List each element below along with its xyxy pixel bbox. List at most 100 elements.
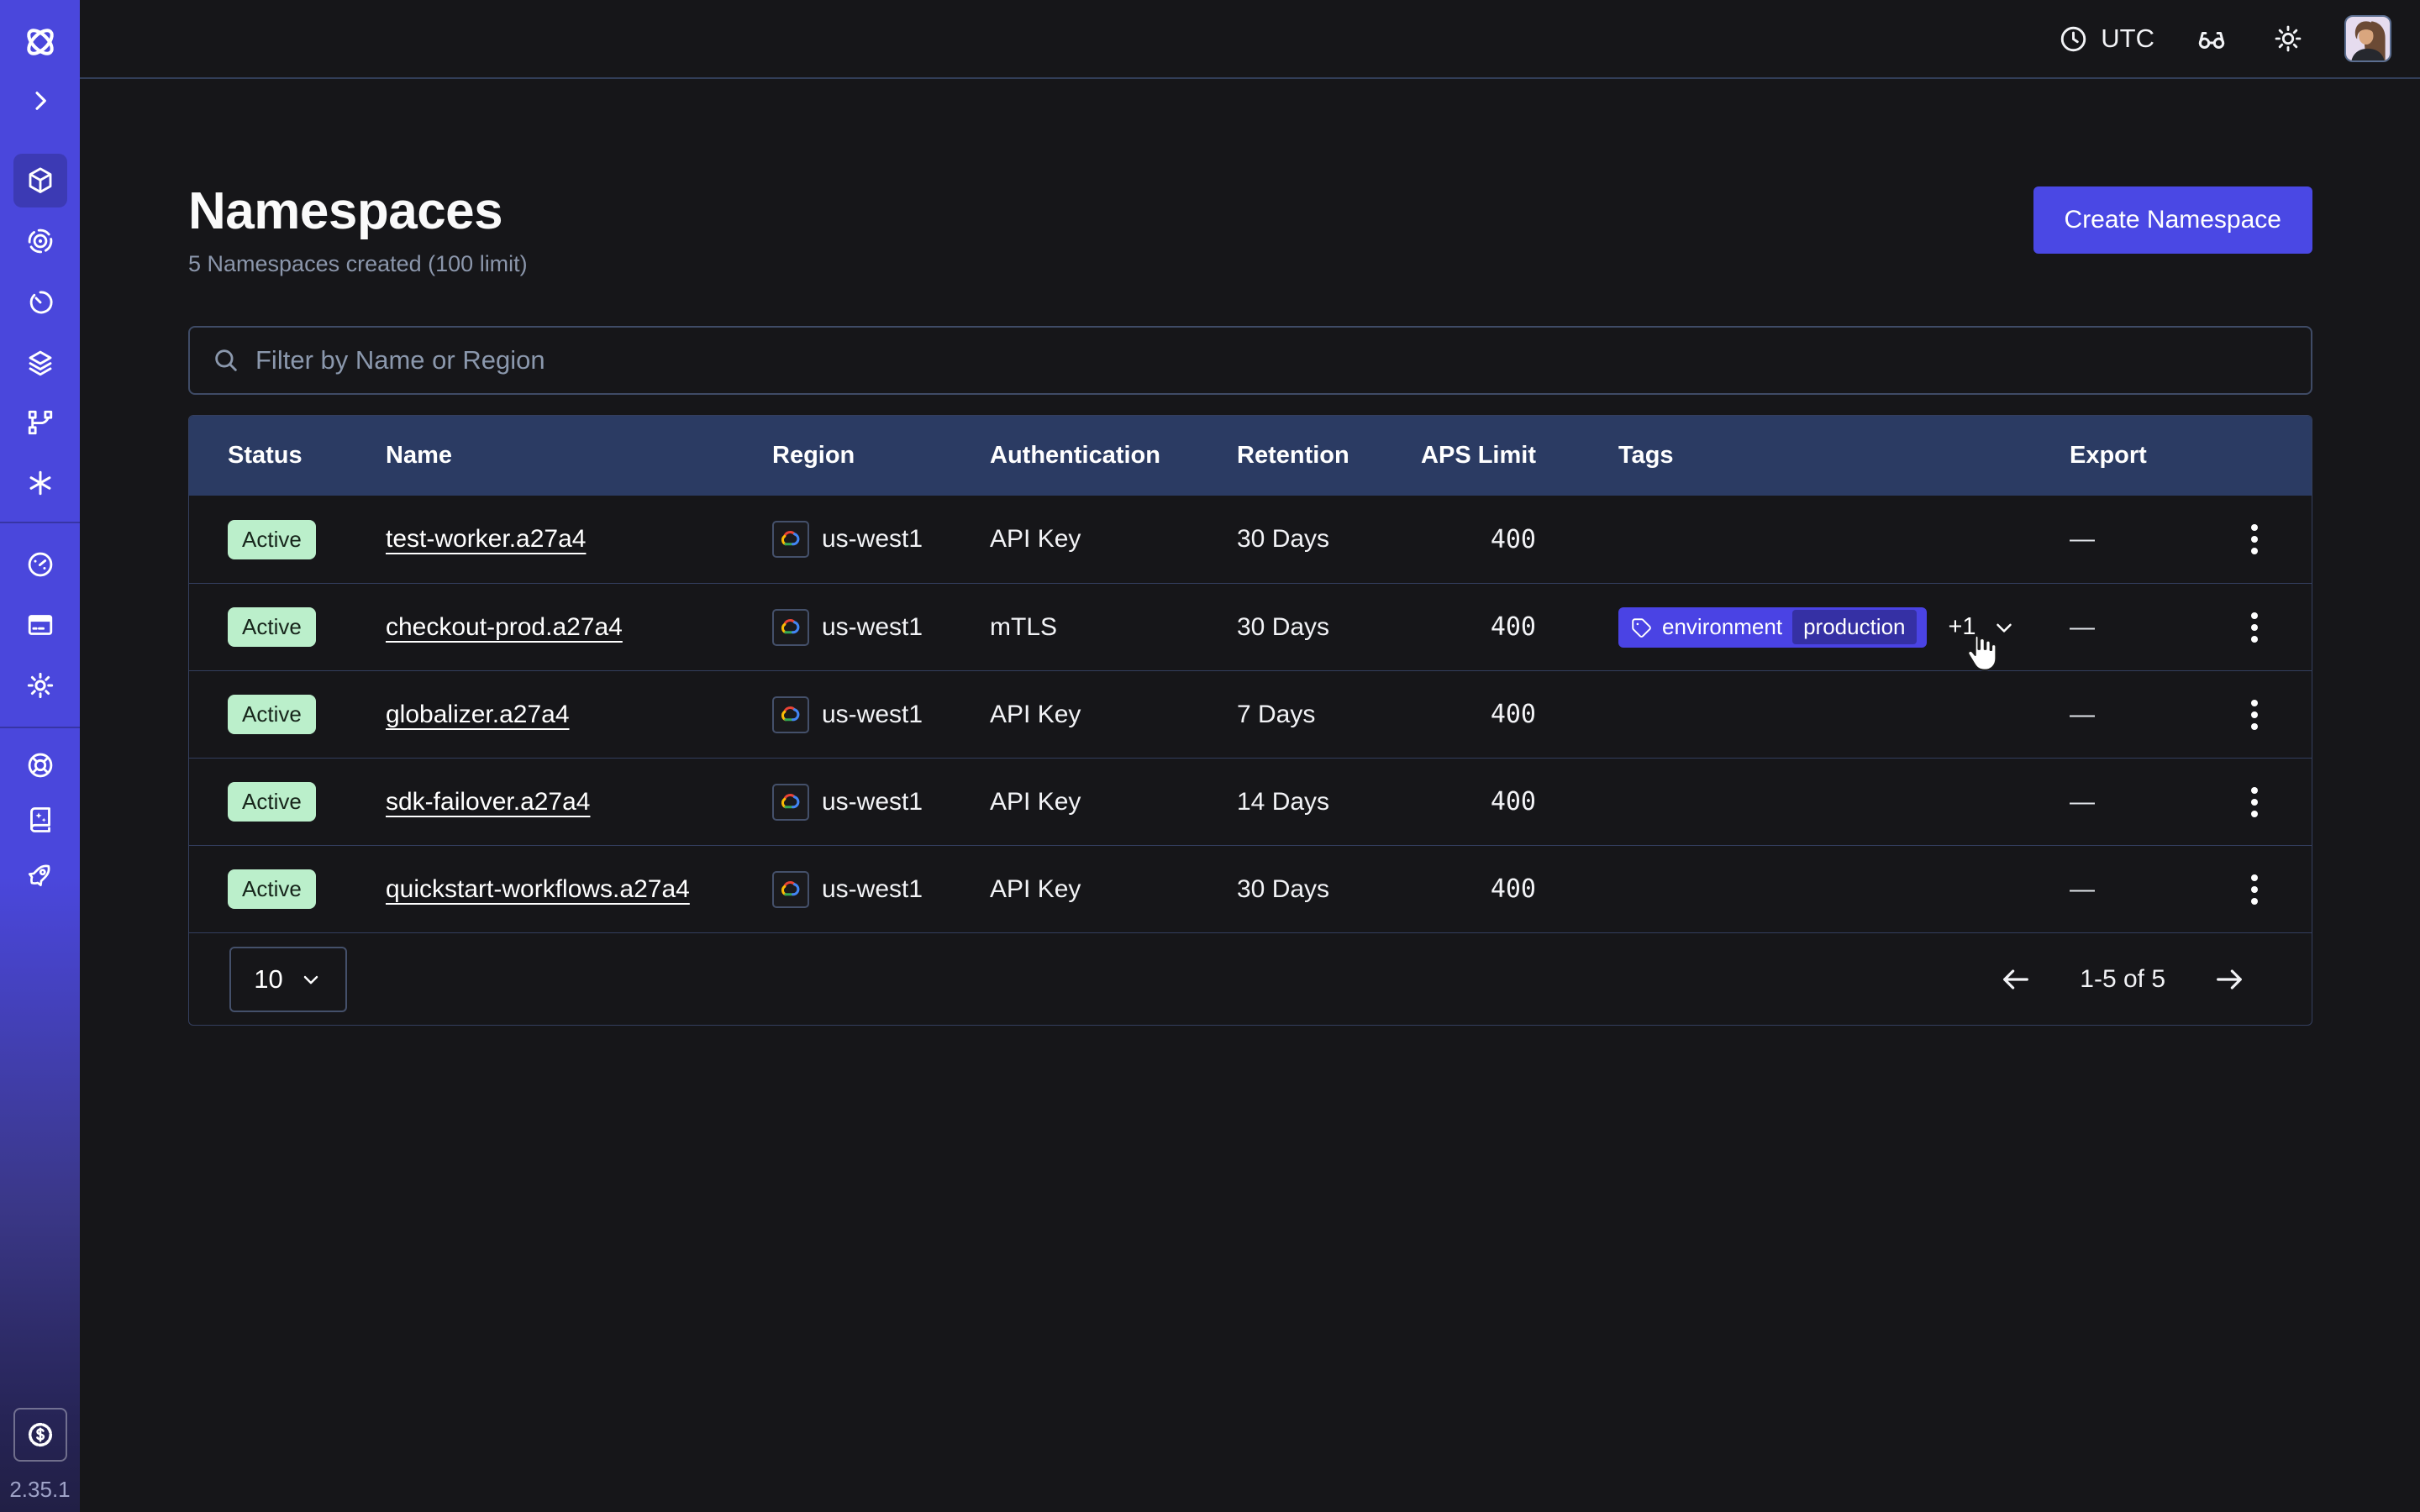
auth-value: API Key	[990, 875, 1237, 904]
timezone-label: UTC	[2101, 24, 2154, 54]
retention-value: 30 Days	[1237, 525, 1396, 554]
rocket-getting-started-icon	[25, 859, 55, 890]
table-header: Status Name Region Authentication Retent…	[189, 416, 2312, 496]
auth-value: mTLS	[990, 613, 1237, 642]
column-header-tags: Tags	[1618, 442, 2070, 470]
create-namespace-button[interactable]: Create Namespace	[2033, 186, 2312, 254]
namespaces-table: Status Name Region Authentication Retent…	[188, 415, 2312, 1026]
column-header-authentication: Authentication	[990, 442, 1237, 470]
aps-limit-value: 400	[1491, 874, 1536, 904]
column-header-retention: Retention	[1237, 442, 1396, 470]
gear-settings-icon	[25, 670, 55, 701]
export-value: —	[2070, 875, 2196, 904]
table-row: Active quickstart-workflows.a27a4 us-wes…	[189, 845, 2312, 932]
timezone-selector[interactable]: UTC	[2058, 24, 2154, 55]
table-row: Active test-worker.a27a4 us-west1 API Ke…	[189, 496, 2312, 583]
status-badge: Active	[228, 607, 316, 647]
region-label: us-west1	[822, 701, 923, 729]
export-value: —	[2070, 525, 2196, 554]
gcp-cloud-icon	[772, 609, 809, 646]
topbar: UTC	[80, 0, 2420, 79]
credits-button[interactable]	[13, 1408, 67, 1462]
labs-toggle-button[interactable]	[2191, 18, 2232, 59]
sidebar-item-namespaces[interactable]	[13, 154, 67, 207]
pagination-range: 1-5 of 5	[2080, 965, 2165, 994]
status-badge: Active	[228, 869, 316, 909]
browser-billing-icon	[25, 610, 55, 640]
sidebar-item-deployments[interactable]	[13, 336, 67, 390]
table-row: Active sdk-failover.a27a4 us-west1 API K…	[189, 758, 2312, 845]
sidebar-item-getting-started[interactable]	[13, 848, 67, 901]
asterisk-batch-icon	[25, 468, 55, 498]
page-size-select[interactable]: 10	[229, 947, 347, 1012]
tag-key: environment	[1662, 614, 1782, 640]
row-menu-kebab-icon[interactable]	[2243, 866, 2266, 913]
sidebar: 2.35.1	[0, 0, 80, 1512]
retention-value: 7 Days	[1237, 701, 1396, 729]
namespace-link[interactable]: sdk-failover.a27a4	[386, 788, 772, 816]
status-badge: Active	[228, 782, 316, 822]
tags-more-count: +1	[1949, 613, 1976, 641]
filter-container	[188, 326, 2312, 395]
row-menu-kebab-icon[interactable]	[2243, 604, 2266, 651]
region-label: us-west1	[822, 613, 923, 642]
sidebar-item-support[interactable]	[13, 738, 67, 792]
avatar-image	[2346, 17, 2390, 60]
tag-chip[interactable]: environment production	[1618, 607, 1927, 648]
layers-deployments-icon	[25, 348, 55, 378]
namespace-link[interactable]: globalizer.a27a4	[386, 701, 772, 729]
sidebar-divider	[0, 522, 80, 523]
version-label: 2.35.1	[0, 1477, 80, 1503]
sidebar-item-usage[interactable]	[13, 538, 67, 591]
sidebar-item-nexus[interactable]	[13, 396, 67, 449]
region-label: us-west1	[822, 875, 923, 904]
branch-nexus-icon	[25, 407, 55, 438]
arrow-left-icon	[1999, 963, 2033, 996]
column-header-name: Name	[386, 442, 772, 470]
row-menu-kebab-icon[interactable]	[2243, 691, 2266, 738]
temporal-logo-icon[interactable]	[13, 15, 67, 69]
auth-value: API Key	[990, 788, 1237, 816]
tag-icon	[1630, 617, 1652, 638]
retention-value: 30 Days	[1237, 613, 1396, 642]
gcp-cloud-icon	[772, 871, 809, 908]
row-menu-kebab-icon[interactable]	[2243, 516, 2266, 563]
retention-value: 30 Days	[1237, 875, 1396, 904]
region-label: us-west1	[822, 788, 923, 816]
retention-value: 14 Days	[1237, 788, 1396, 816]
sidebar-item-monitoring[interactable]	[13, 214, 67, 268]
status-badge: Active	[228, 520, 316, 559]
gauge-usage-icon	[25, 549, 55, 580]
sidebar-item-docs[interactable]	[13, 793, 67, 847]
namespace-link[interactable]: test-worker.a27a4	[386, 525, 772, 554]
gcp-cloud-icon	[772, 521, 809, 558]
auth-value: API Key	[990, 525, 1237, 554]
sidebar-divider	[0, 727, 80, 728]
aps-limit-value: 400	[1491, 525, 1536, 554]
column-header-export: Export	[2070, 442, 2196, 470]
sidebar-item-schedules[interactable]	[13, 276, 67, 329]
sidebar-expand-chevron-right-icon[interactable]	[13, 74, 67, 128]
clock-icon	[2058, 24, 2089, 55]
sidebar-item-billing[interactable]	[13, 598, 67, 652]
auth-value: API Key	[990, 701, 1237, 729]
table-row: Active globalizer.a27a4 us-west1 API Key…	[189, 670, 2312, 758]
table-footer: 10 1-5 of 5	[189, 932, 2312, 1025]
next-page-button[interactable]	[2209, 959, 2249, 1000]
sidebar-item-batch-operations[interactable]	[13, 456, 67, 510]
tags-expand-chevron-icon[interactable]	[1991, 615, 2017, 640]
sidebar-item-settings[interactable]	[13, 659, 67, 712]
namespace-link[interactable]: checkout-prod.a27a4	[386, 613, 772, 642]
row-menu-kebab-icon[interactable]	[2243, 779, 2266, 826]
column-header-aps-limit: APS Limit	[1421, 442, 1536, 470]
chevron-down-icon	[299, 968, 323, 991]
gcp-cloud-icon	[772, 696, 809, 733]
aps-limit-value: 400	[1491, 700, 1536, 729]
glasses-icon	[2195, 22, 2228, 55]
namespace-link[interactable]: quickstart-workflows.a27a4	[386, 875, 772, 904]
user-avatar[interactable]	[2344, 15, 2391, 62]
previous-page-button[interactable]	[1996, 959, 2036, 1000]
theme-toggle-button[interactable]	[2269, 19, 2307, 58]
filter-input[interactable]	[255, 345, 2289, 375]
arrow-right-icon	[2212, 963, 2246, 996]
